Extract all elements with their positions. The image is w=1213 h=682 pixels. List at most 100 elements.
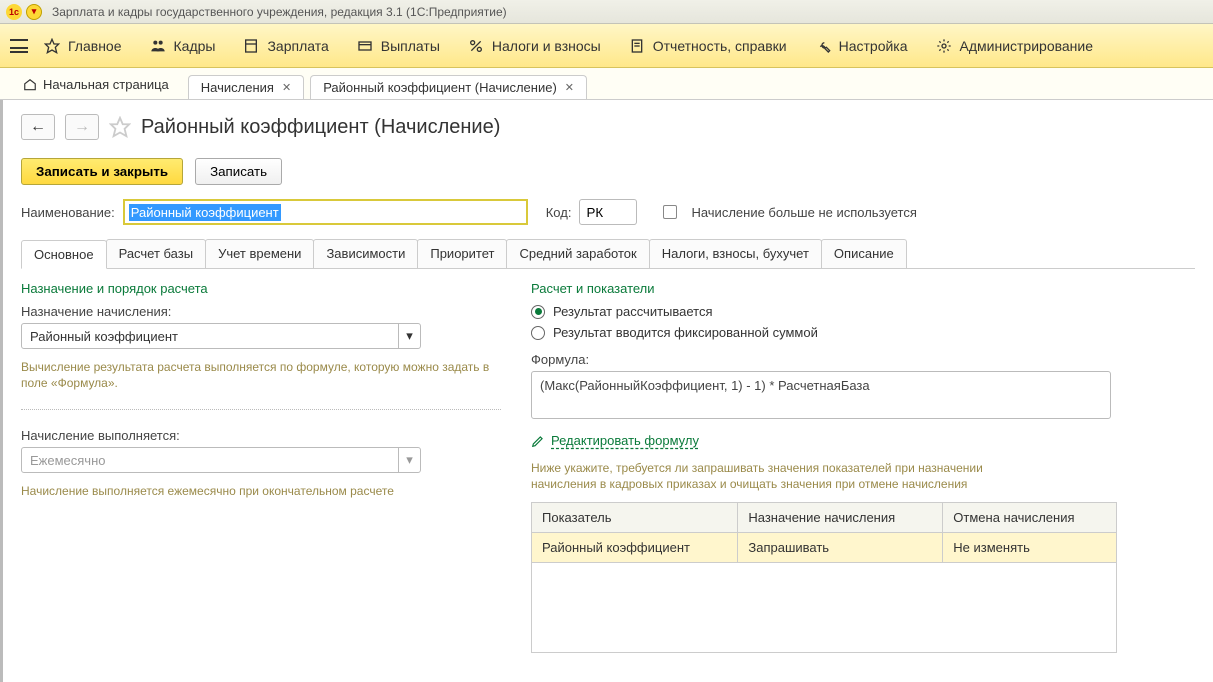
tab-main[interactable]: Основное [21, 240, 107, 269]
period-combo[interactable]: Ежемесячно ▾ [21, 447, 421, 473]
period-help: Начисление выполняется ежемесячно при ок… [21, 483, 501, 499]
menu-kadry[interactable]: Кадры [150, 38, 216, 54]
menu-zarplata[interactable]: Зарплата [243, 38, 328, 54]
period-label: Начисление выполняется: [21, 428, 501, 443]
menu-label: Главное [68, 38, 122, 54]
cell-assign: Запрашивать [738, 533, 943, 563]
menu-label: Настройка [839, 38, 908, 54]
tab-deps[interactable]: Зависимости [313, 239, 418, 268]
home-icon [23, 78, 37, 92]
name-row: Наименование: Районный коэффициент Код: … [21, 199, 1195, 225]
document-tabs: Начальная страница Начисления ✕ Районный… [0, 68, 1213, 100]
radio-label: Результат рассчитывается [553, 304, 713, 319]
menu-label: Кадры [174, 38, 216, 54]
menu-nalogi[interactable]: Налоги и взносы [468, 38, 601, 54]
th-cancel: Отмена начисления [943, 503, 1117, 533]
close-icon[interactable]: ✕ [282, 81, 291, 94]
menu-label: Зарплата [267, 38, 328, 54]
hamburger-icon[interactable] [10, 39, 28, 53]
page-body: ← → Районный коэффициент (Начисление) За… [0, 100, 1213, 682]
tab-label: Районный коэффициент (Начисление) [323, 80, 557, 95]
separator [21, 409, 501, 410]
menu-label: Отчетность, справки [653, 38, 787, 54]
radio-label: Результат вводится фиксированной суммой [553, 325, 818, 340]
page-header: ← → Районный коэффициент (Начисление) [21, 114, 1195, 140]
tab-time[interactable]: Учет времени [205, 239, 314, 268]
indicators-note: Ниже укажите, требуется ли запрашивать з… [531, 460, 1011, 492]
pencil-icon [531, 434, 545, 448]
menu-label: Администрирование [960, 38, 1094, 54]
window-titlebar: 1с ▾ Зарплата и кадры государственного у… [0, 0, 1213, 24]
doc-icon [629, 38, 645, 54]
menu-vyplaty[interactable]: Выплаты [357, 38, 440, 54]
dropdown-icon[interactable]: ▾ [26, 4, 42, 20]
indicators-table: Показатель Назначение начисления Отмена … [531, 502, 1117, 653]
wrench-icon [815, 38, 831, 54]
cell-indicator: Районный коэффициент [532, 533, 738, 563]
left-column: Назначение и порядок расчета Назначение … [21, 281, 501, 653]
tab-label: Начисления [201, 80, 274, 95]
assign-combo[interactable]: Районный коэффициент ▾ [21, 323, 421, 349]
tab-desc[interactable]: Описание [821, 239, 907, 268]
assign-value: Районный коэффициент [30, 329, 178, 344]
table-row-empty [532, 563, 1117, 653]
window-title: Зарплата и кадры государственного учрежд… [52, 5, 507, 19]
main-menu: Главное Кадры Зарплата Выплаты Налоги и … [0, 24, 1213, 68]
chevron-down-icon: ▾ [398, 448, 420, 472]
calc-icon [243, 38, 259, 54]
code-input[interactable] [579, 199, 637, 225]
gear-icon [936, 38, 952, 54]
th-indicator: Показатель [532, 503, 738, 533]
people-icon [150, 38, 166, 54]
radio-icon [531, 326, 545, 340]
radio-calculated[interactable]: Результат рассчитывается [531, 304, 1195, 319]
group-calc: Расчет и показатели [531, 281, 1195, 296]
action-buttons: Записать и закрыть Записать [21, 158, 1195, 185]
radio-fixed[interactable]: Результат вводится фиксированной суммой [531, 325, 1195, 340]
assign-label: Назначение начисления: [21, 304, 501, 319]
app-logo-icon: 1с [6, 4, 22, 20]
cell-cancel: Не изменять [943, 533, 1117, 563]
edit-formula-label: Редактировать формулу [551, 433, 699, 448]
menu-nastroika[interactable]: Настройка [815, 38, 908, 54]
period-value: Ежемесячно [30, 453, 106, 468]
tab-avg[interactable]: Средний заработок [506, 239, 649, 268]
star-icon [44, 38, 60, 54]
menu-otchet[interactable]: Отчетность, справки [629, 38, 787, 54]
inner-tabs: Основное Расчет базы Учет времени Зависи… [21, 239, 1195, 269]
th-assign: Назначение начисления [738, 503, 943, 533]
save-button[interactable]: Записать [195, 158, 282, 185]
forward-button[interactable]: → [65, 114, 99, 140]
tab-accruals[interactable]: Начисления ✕ [188, 75, 304, 99]
wallet-icon [357, 38, 373, 54]
name-label: Наименование: [21, 205, 115, 220]
tab-tax[interactable]: Налоги, взносы, бухучет [649, 239, 822, 268]
table-row[interactable]: Районный коэффициент Запрашивать Не изме… [532, 533, 1117, 563]
menu-main[interactable]: Главное [44, 38, 122, 54]
tab-label: Начальная страница [43, 77, 169, 92]
right-column: Расчет и показатели Результат рассчитыва… [531, 281, 1195, 653]
menu-label: Налоги и взносы [492, 38, 601, 54]
name-input[interactable]: Районный коэффициент [123, 199, 528, 225]
name-input-value: Районный коэффициент [129, 204, 281, 221]
edit-formula-link[interactable]: Редактировать формулу [531, 433, 1195, 448]
back-button[interactable]: ← [21, 114, 55, 140]
formula-box[interactable]: (Макс(РайонныйКоэффициент, 1) - 1) * Рас… [531, 371, 1111, 419]
code-label: Код: [546, 205, 572, 220]
radio-icon [531, 305, 545, 319]
assign-help: Вычисление результата расчета выполняетс… [21, 359, 501, 391]
close-icon[interactable]: ✕ [565, 81, 574, 94]
tab-coefficient[interactable]: Районный коэффициент (Начисление) ✕ [310, 75, 587, 99]
group-purpose: Назначение и порядок расчета [21, 281, 501, 296]
tab-base[interactable]: Расчет базы [106, 239, 207, 268]
unused-checkbox[interactable] [663, 205, 677, 219]
favorite-icon[interactable] [109, 116, 131, 138]
page-title: Районный коэффициент (Начисление) [141, 116, 500, 139]
tab-priority[interactable]: Приоритет [417, 239, 507, 268]
unused-label: Начисление больше не используется [691, 205, 916, 220]
formula-label: Формула: [531, 352, 1195, 367]
save-and-close-button[interactable]: Записать и закрыть [21, 158, 183, 185]
tab-home[interactable]: Начальная страница [10, 70, 182, 99]
menu-admin[interactable]: Администрирование [936, 38, 1094, 54]
chevron-down-icon: ▾ [398, 324, 420, 348]
